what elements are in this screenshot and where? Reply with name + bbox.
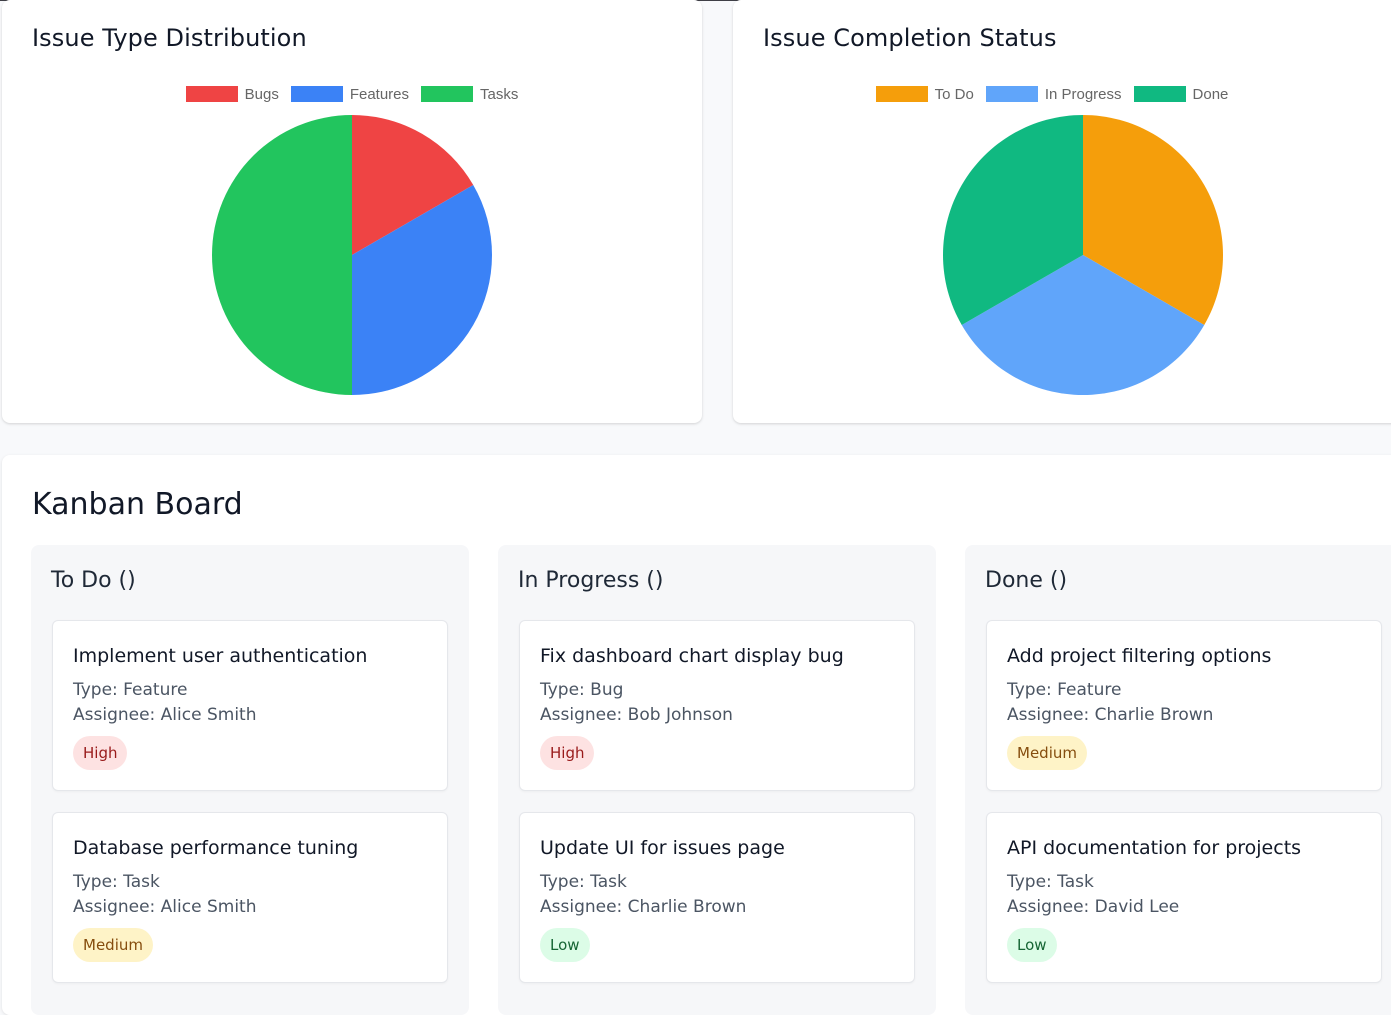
pie-slice-tasks[interactable]	[212, 115, 352, 395]
legend-swatch	[1133, 86, 1186, 102]
issue-card[interactable]: Implement user authentication Type: Feat…	[52, 620, 448, 791]
legend-label: Tasks	[480, 85, 519, 103]
kanban-column-in-progress: In Progress () Fix dashboard chart displ…	[498, 545, 936, 1015]
legend-swatch	[290, 86, 343, 102]
completion-status-chart-card: Issue Completion Status To Do In Progres…	[733, 0, 1391, 423]
issue-title: Fix dashboard chart display bug	[540, 645, 844, 667]
legend-item-features[interactable]: Features	[290, 85, 410, 103]
legend-swatch	[875, 86, 928, 102]
legend-item-tasks[interactable]: Tasks	[421, 86, 518, 103]
legend-label: In Progress	[1044, 85, 1122, 103]
issue-card[interactable]: Update UI for issues page Type: Task Ass…	[519, 812, 915, 983]
kanban-column-to-do: To Do () Implement user authentication T…	[31, 545, 469, 1015]
issue-title: Database performance tuning	[73, 837, 359, 859]
issue-type: Type: Task	[73, 872, 160, 892]
priority-badge: High	[73, 736, 128, 770]
legend-item-to-do[interactable]: To Do	[875, 85, 974, 103]
pie-chart-container	[207, 110, 497, 400]
issue-assignee: Assignee: David Lee	[1007, 897, 1180, 917]
column-title: In Progress ()	[518, 568, 664, 593]
issue-assignee: Assignee: Alice Smith	[73, 897, 257, 917]
chart-legend: Bugs Features Tasks	[2, 84, 702, 104]
issue-card[interactable]: Fix dashboard chart display bug Type: Bu…	[519, 620, 915, 791]
priority-badge: High	[540, 736, 595, 770]
issue-title: Update UI for issues page	[540, 837, 785, 859]
kanban-column-done: Done () Add project filtering options Ty…	[965, 545, 1391, 1015]
issue-title: Implement user authentication	[73, 645, 368, 667]
issue-assignee: Assignee: Alice Smith	[73, 705, 257, 725]
kanban-title: Kanban Board	[32, 487, 243, 522]
priority-badge: Medium	[1007, 736, 1087, 770]
priority-badge: Medium	[73, 928, 153, 962]
column-title: Done ()	[985, 568, 1068, 593]
issue-type: Type: Feature	[73, 680, 188, 700]
legend-item-done[interactable]: Done	[1133, 85, 1229, 103]
issue-assignee: Assignee: Charlie Brown	[540, 897, 747, 917]
issue-type: Type: Task	[540, 872, 627, 892]
issue-assignee: Assignee: Charlie Brown	[1007, 705, 1214, 725]
priority-badge: Low	[1007, 928, 1057, 962]
completion-status-pie-chart	[943, 115, 1223, 395]
issue-title: API documentation for projects	[1007, 837, 1302, 859]
issue-type-chart-card: Issue Type Distribution Bugs Features Ta…	[2, 0, 702, 423]
issue-card[interactable]: API documentation for projects Type: Tas…	[986, 812, 1382, 983]
legend-label: Bugs	[244, 85, 279, 103]
issue-type-pie-chart	[212, 115, 492, 395]
legend-label: Done	[1192, 85, 1229, 103]
priority-badge: Low	[540, 928, 590, 962]
legend-swatch	[421, 86, 474, 102]
legend-swatch	[985, 86, 1038, 102]
pie-chart-container	[938, 110, 1228, 400]
legend-swatch	[185, 86, 238, 102]
chart-legend: To Do In Progress Done	[733, 84, 1371, 104]
issue-type: Type: Bug	[540, 680, 624, 700]
chart-title: Issue Type Distribution	[32, 24, 307, 52]
issue-card[interactable]: Database performance tuning Type: Task A…	[52, 812, 448, 983]
legend-item-in-progress[interactable]: In Progress	[985, 85, 1122, 103]
issue-title: Add project filtering options	[1007, 645, 1272, 667]
issue-card[interactable]: Add project filtering options Type: Feat…	[986, 620, 1382, 791]
legend-item-bugs[interactable]: Bugs	[185, 85, 279, 103]
legend-label: Features	[349, 85, 410, 103]
issue-type: Type: Task	[1007, 872, 1094, 892]
issue-type: Type: Feature	[1007, 680, 1122, 700]
issue-assignee: Assignee: Bob Johnson	[540, 705, 733, 725]
column-title: To Do ()	[51, 568, 136, 593]
kanban-board: Kanban Board To Do () Implement user aut…	[2, 455, 1391, 1015]
legend-label: To Do	[934, 85, 974, 103]
chart-title: Issue Completion Status	[763, 24, 1057, 52]
